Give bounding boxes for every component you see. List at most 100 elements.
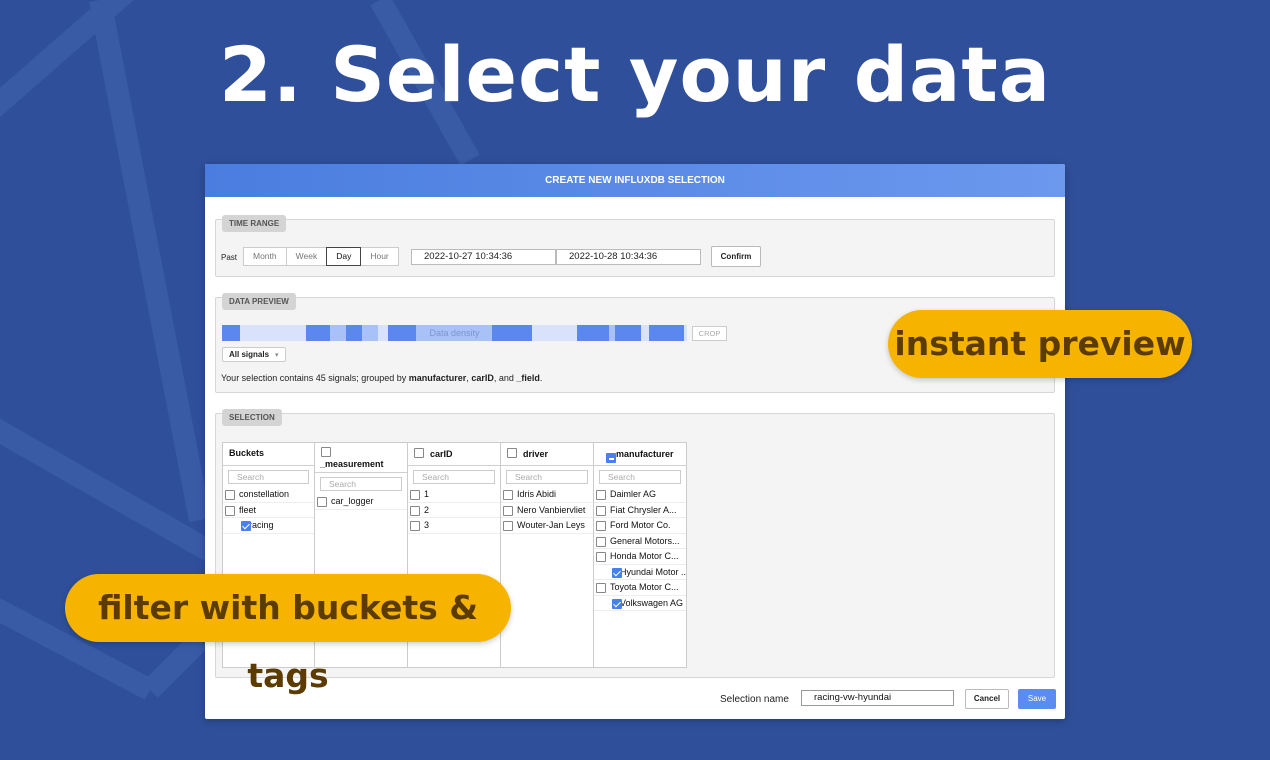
checkbox[interactable] <box>317 497 327 507</box>
manufacturer-item[interactable]: Fiat Chrysler A... <box>594 503 686 518</box>
end-date-input[interactable]: 2022-10-28 10:34:36 <box>556 249 701 265</box>
driver-column: driver Search Idris Abidi Nero Vanbiervl… <box>501 442 594 668</box>
page-headline: 2. Select your data <box>218 30 1052 119</box>
data-density-bar[interactable]: Data density <box>222 325 687 341</box>
carid-search-input[interactable]: Search <box>413 470 495 484</box>
checkbox[interactable] <box>596 583 606 593</box>
item-label: 3 <box>424 520 430 530</box>
manufacturer-search-input[interactable]: Search <box>599 470 681 484</box>
driver-search-input[interactable]: Search <box>506 470 588 484</box>
chevron-down-icon: ▾ <box>275 352 279 359</box>
data-density-label: Data density <box>429 328 480 338</box>
manufacturer-item[interactable]: Toyota Motor C... <box>594 580 686 596</box>
checkbox[interactable] <box>503 521 513 531</box>
manufacturer-item[interactable]: General Motors... <box>594 534 686 549</box>
past-label: Past <box>221 253 238 262</box>
summary-text: Your selection contains 45 signals; grou… <box>221 373 409 383</box>
bucket-item-fleet[interactable]: fleet <box>223 503 314 518</box>
manufacturer-column: manufacturer Search Daimler AG Fiat Chry… <box>594 442 687 668</box>
manufacturer-item[interactable]: Volkswagen AG <box>594 596 686 611</box>
checkbox[interactable] <box>410 521 420 531</box>
selection-name-label: Selection name <box>720 694 789 705</box>
manufacturer-item[interactable]: Honda Motor C... <box>594 549 686 565</box>
checkbox[interactable] <box>410 490 420 500</box>
signals-dropdown[interactable]: All signals ▾ <box>222 347 286 362</box>
checkbox[interactable] <box>596 521 606 531</box>
item-label: 1 <box>424 489 430 499</box>
item-label: Idris Abidi <box>517 489 557 499</box>
item-label: Daimler AG <box>610 489 657 499</box>
dialog-title: CREATE NEW INFLUXDB SELECTION <box>205 164 1065 197</box>
item-label: Nero Vanbiervliet <box>517 504 586 515</box>
checkbox[interactable] <box>410 505 420 516</box>
manufacturer-item[interactable]: Ford Motor Co. <box>594 518 686 534</box>
time-range-section: TIME RANGE Past Month Week Day Hour 2022… <box>215 215 1055 277</box>
checkbox[interactable] <box>503 505 513 516</box>
buckets-search-input[interactable]: Search <box>228 470 309 484</box>
checkbox-checked[interactable] <box>241 521 251 531</box>
bucket-item-constellation[interactable]: constellation <box>223 487 314 503</box>
carid-item-1[interactable]: 1 <box>408 487 500 503</box>
filter-callout: filter with buckets & tags <box>65 574 511 695</box>
item-label: constellation <box>239 489 290 499</box>
summary-separator: , and <box>493 373 517 383</box>
carid-header: carID <box>408 443 500 466</box>
checkbox[interactable] <box>596 552 606 562</box>
bucket-item-racing[interactable]: racing <box>223 518 314 534</box>
start-date-input[interactable]: 2022-10-27 10:34:36 <box>411 249 556 265</box>
checkbox[interactable] <box>596 536 606 547</box>
item-label: car_logger <box>331 496 374 506</box>
driver-item[interactable]: Wouter-Jan Leys <box>501 518 593 534</box>
item-label: Toyota Motor C... <box>610 582 679 592</box>
driver-header-label: driver <box>523 449 549 459</box>
measurement-item-car-logger[interactable]: car_logger <box>315 494 407 510</box>
measurement-header-label: _measurement <box>320 459 384 469</box>
checkbox[interactable] <box>596 505 606 516</box>
item-label: fleet <box>239 504 257 515</box>
selection-name-input[interactable]: racing-vw-hyundai <box>801 690 954 706</box>
summary-group-manufacturer: manufacturer <box>408 373 467 383</box>
carid-header-label: carID <box>430 449 453 459</box>
summary-group-carid: carID <box>471 373 494 383</box>
checkbox-checked[interactable] <box>612 598 622 609</box>
checkbox[interactable] <box>596 490 606 500</box>
driver-item[interactable]: Nero Vanbiervliet <box>501 503 593 518</box>
item-label: racing <box>249 520 274 530</box>
checkbox-checked[interactable] <box>612 567 622 578</box>
data-preview-label: DATA PREVIEW <box>222 293 296 310</box>
summary-group-field: _field <box>516 373 540 383</box>
item-label: 2 <box>424 504 430 515</box>
summary-end: . <box>539 373 543 383</box>
confirm-button[interactable]: Confirm <box>711 246 761 267</box>
select-all-checkbox[interactable] <box>507 448 517 458</box>
select-all-checkbox-indeterminate[interactable] <box>606 453 616 463</box>
period-month-button[interactable]: Month <box>243 247 287 266</box>
carid-item-3[interactable]: 3 <box>408 518 500 534</box>
time-range-label: TIME RANGE <box>222 215 287 232</box>
item-label: Ford Motor Co. <box>610 520 671 530</box>
period-hour-button[interactable]: Hour <box>360 247 399 266</box>
measurement-search-input[interactable]: Search <box>320 477 402 491</box>
manufacturer-header: manufacturer <box>594 443 686 466</box>
manufacturer-item[interactable]: Daimler AG <box>594 487 686 503</box>
selection-label: SELECTION <box>222 409 282 426</box>
select-all-checkbox[interactable] <box>414 448 424 458</box>
item-label: Wouter-Jan Leys <box>517 520 585 530</box>
buckets-header: Buckets <box>223 443 314 466</box>
item-label: Honda Motor C... <box>610 551 679 561</box>
driver-header: driver <box>501 443 593 466</box>
checkbox[interactable] <box>225 505 235 516</box>
save-button[interactable]: Save <box>1018 689 1056 709</box>
period-day-button[interactable]: Day <box>326 247 362 266</box>
checkbox[interactable] <box>225 490 235 500</box>
manufacturer-item[interactable]: Hyundai Motor ... <box>594 565 686 580</box>
crop-button[interactable]: CROP <box>692 326 727 341</box>
driver-item[interactable]: Idris Abidi <box>501 487 593 503</box>
carid-item-2[interactable]: 2 <box>408 503 500 518</box>
select-all-checkbox[interactable] <box>321 447 331 457</box>
period-week-button[interactable]: Week <box>285 247 328 266</box>
selection-summary: Your selection contains 45 signals; grou… <box>221 373 542 383</box>
manufacturer-header-label: manufacturer <box>616 449 674 459</box>
checkbox[interactable] <box>503 490 513 500</box>
cancel-button[interactable]: Cancel <box>965 689 1009 709</box>
